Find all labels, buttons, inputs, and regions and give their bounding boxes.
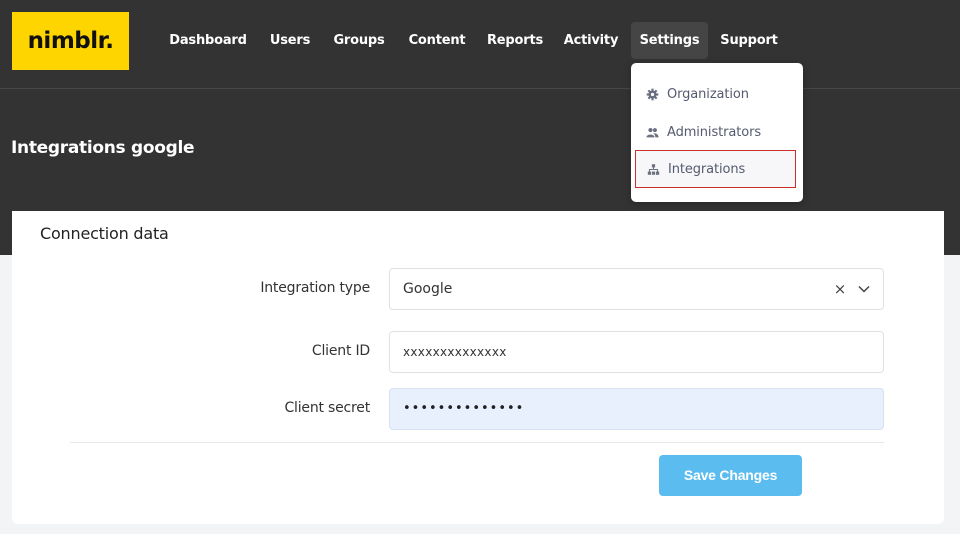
menu-item-label: Integrations [668,161,746,177]
top-navbar: nimblr. Dashboard Users Groups Content R… [0,0,960,89]
menu-item-organization[interactable]: Organization [635,75,796,113]
menu-item-label: Administrators [667,124,761,140]
menu-item-integrations[interactable]: Integrations [635,150,796,188]
client-id-input[interactable]: xxxxxxxxxxxxxx [389,331,884,373]
users-icon [646,127,659,137]
page-title: Integrations google [11,138,195,158]
save-changes-button[interactable]: Save Changes [659,455,802,496]
integration-type-value: Google [403,281,453,297]
nav-content[interactable]: Content [400,22,474,59]
nav-users[interactable]: Users [262,22,318,59]
connection-data-card: Connection data Integration type Google … [12,211,944,524]
nav-activity[interactable]: Activity [556,22,626,59]
integration-type-label: Integration type [260,280,370,296]
logo-text: nimblr. [27,28,114,54]
nav-support[interactable]: Support [714,22,784,59]
chevron-down-icon[interactable] [857,282,871,296]
nav-groups[interactable]: Groups [324,22,394,59]
menu-item-label: Organization [667,86,749,102]
integration-type-select[interactable]: Google × [389,268,884,310]
settings-dropdown-menu: Organization Administrators Integrations [631,63,803,202]
client-secret-value: •••••••••••••• [403,401,525,416]
clear-icon[interactable]: × [833,281,847,297]
nav-settings[interactable]: Settings [631,22,708,59]
gear-icon [646,88,659,100]
client-id-value: xxxxxxxxxxxxxx [403,345,507,359]
client-secret-input[interactable]: •••••••••••••• [389,388,884,430]
nav-dashboard[interactable]: Dashboard [160,22,256,59]
nav-reports[interactable]: Reports [480,22,550,59]
section-title: Connection data [40,224,169,243]
nimblr-logo[interactable]: nimblr. [12,12,129,70]
form-divider [70,442,884,443]
client-id-label: Client ID [311,343,370,359]
menu-item-administrators[interactable]: Administrators [635,113,796,151]
sitemap-icon [647,163,660,175]
client-secret-label: Client secret [284,400,370,416]
